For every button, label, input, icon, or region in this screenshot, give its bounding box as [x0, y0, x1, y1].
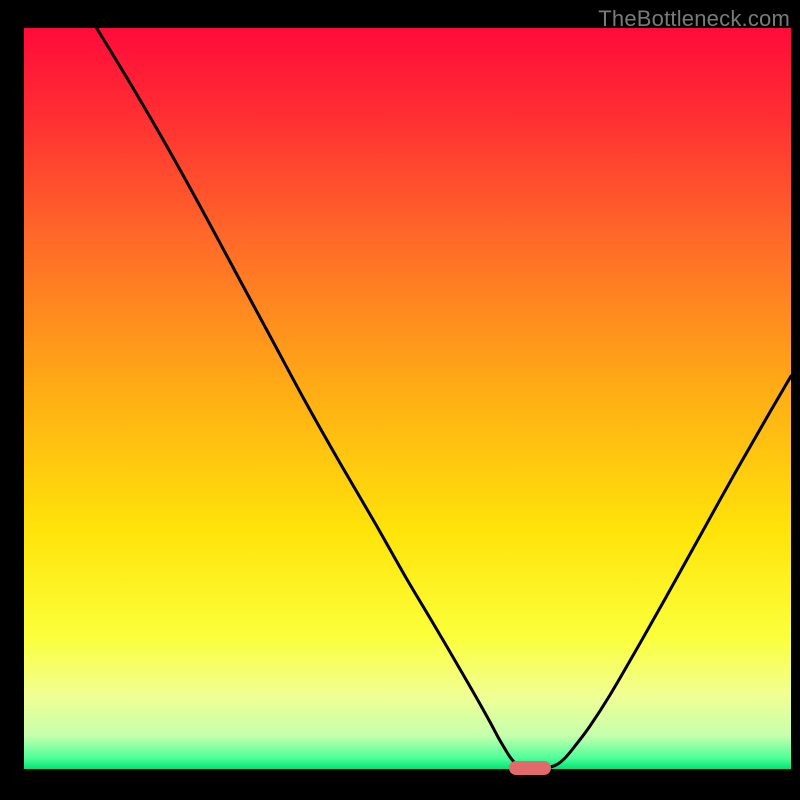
optimum-marker — [509, 761, 551, 775]
chart-frame: TheBottleneck.com — [0, 0, 800, 800]
watermark-text: TheBottleneck.com — [598, 6, 790, 32]
bottleneck-chart — [0, 0, 800, 800]
plot-background — [24, 28, 791, 769]
